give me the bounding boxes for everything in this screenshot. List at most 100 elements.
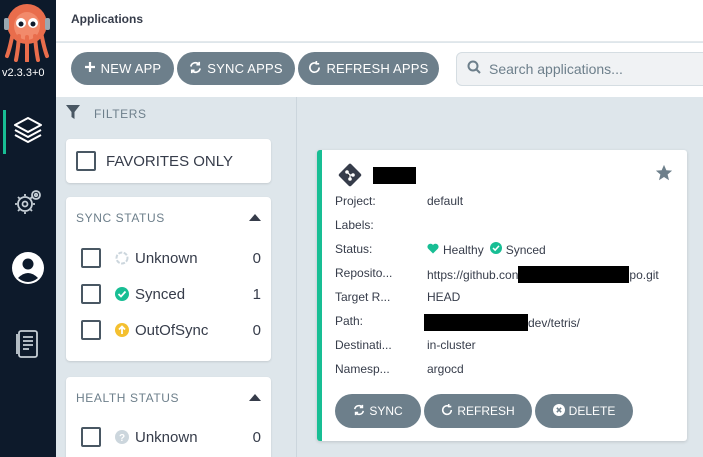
checkbox[interactable] (81, 320, 101, 340)
favorites-only-filter[interactable]: FAVORITES ONLY (66, 139, 271, 183)
repo-url-prefix: https://github.con (427, 267, 519, 282)
plus-icon (84, 61, 96, 76)
field-namespace: Namesp... argocd (335, 362, 464, 376)
collapse-caret-icon[interactable] (249, 394, 261, 401)
docs-icon (15, 329, 41, 364)
new-app-label: NEW APP (100, 61, 162, 76)
git-icon (338, 163, 362, 192)
health-status: Healthy (443, 242, 484, 257)
heart-icon (427, 243, 439, 257)
field-key: Status: (335, 242, 373, 256)
favorites-label: FAVORITES ONLY (106, 152, 233, 170)
refresh-icon (441, 403, 453, 419)
field-path: Path: dev/tetris/ (335, 314, 580, 331)
sync-label: SYNC (369, 404, 403, 418)
option-label: OutOfSync (135, 321, 209, 339)
field-repository: Reposito... https://github.con po.git (335, 266, 659, 283)
user-icon (11, 251, 45, 290)
repo-url-suffix: po.git (629, 267, 659, 282)
search-icon (467, 60, 481, 79)
layers-icon (13, 115, 43, 150)
filter-option-unknown[interactable]: Unknown 0 (81, 247, 261, 269)
sync-button[interactable]: SYNC (335, 394, 421, 428)
refresh-apps-label: REFRESH APPS (326, 61, 429, 76)
field-destination: Destinati... in-cluster (335, 338, 476, 352)
new-app-button[interactable]: NEW APP (71, 52, 174, 85)
svg-text:?: ? (119, 433, 125, 444)
field-value: dev/tetris/ (424, 314, 581, 331)
side-nav: v2.3.3+0 (0, 0, 56, 457)
field-key: Reposito... (335, 266, 393, 280)
redacted-repo (518, 266, 630, 283)
sync-status-filter: SYNC STATUS Unknown 0 Synced 1 OutOfSync… (66, 197, 271, 361)
refresh-apps-button[interactable]: REFRESH APPS (298, 52, 439, 85)
field-value: default (427, 194, 464, 208)
arrow-up-circle-icon (115, 323, 129, 337)
option-label: Unknown (135, 428, 198, 446)
collapse-caret-icon[interactable] (249, 214, 261, 221)
nav-documentation[interactable] (0, 318, 56, 374)
option-label: Synced (135, 285, 186, 303)
filter-option-out-of-sync[interactable]: OutOfSync 0 (81, 319, 261, 341)
option-count: 0 (252, 321, 261, 339)
field-status: Status: Healthy Synced (335, 242, 546, 257)
argo-logo[interactable] (4, 4, 50, 63)
nav-user-info[interactable] (0, 242, 56, 298)
path-suffix: dev/tetris/ (528, 315, 581, 330)
field-key: Target R... (335, 290, 391, 304)
sync-status: Synced (505, 242, 546, 257)
gears-icon (13, 187, 43, 222)
field-value: https://github.con po.git (427, 266, 659, 283)
field-value: Healthy Synced (427, 242, 546, 257)
option-label: Unknown (135, 249, 198, 267)
field-labels: Labels: (335, 218, 427, 232)
refresh-icon (308, 60, 321, 77)
field-value: in-cluster (427, 338, 476, 352)
sync-status-title: SYNC STATUS (76, 211, 165, 225)
checkbox[interactable] (81, 248, 101, 268)
filter-icon (66, 105, 80, 123)
option-count: 0 (252, 428, 261, 446)
field-key: Namesp... (335, 362, 390, 376)
delete-button[interactable]: DELETE (535, 394, 633, 428)
delete-label: DELETE (568, 404, 616, 418)
top-bar: Applications (56, 0, 703, 42)
search-input[interactable] (489, 61, 703, 77)
checkbox[interactable] (81, 284, 101, 304)
option-count: 1 (252, 285, 261, 303)
search-box[interactable] (456, 52, 703, 86)
toolbar: NEW APP SYNC APPS REFRESH APPS (56, 43, 703, 97)
favorite-star-icon[interactable] (655, 164, 673, 187)
filter-option-synced[interactable]: Synced 1 (81, 283, 261, 305)
field-target-revision: Target R... HEAD (335, 290, 460, 304)
filters-label: FILTERS (94, 107, 147, 121)
field-value: argocd (427, 362, 464, 376)
favorites-checkbox[interactable] (76, 151, 96, 171)
field-key: Labels: (335, 218, 374, 232)
sync-apps-label: SYNC APPS (207, 61, 283, 76)
application-tile[interactable]: Project: default Labels: Status: Healthy… (317, 150, 687, 441)
field-key: Destinati... (335, 338, 392, 352)
check-circle-icon (115, 287, 129, 301)
field-project: Project: default (335, 194, 463, 208)
delete-circle-icon (552, 403, 565, 419)
field-value: HEAD (427, 290, 461, 304)
field-key: Project: (335, 194, 376, 208)
version-label: v2.3.3+0 (2, 67, 45, 79)
filters-header: FILTERS (66, 105, 147, 123)
page-title: Applications (71, 12, 144, 26)
check-circle-icon (489, 242, 502, 257)
filters-panel: FILTERS FAVORITES ONLY SYNC STATUS Unkno… (56, 97, 297, 457)
nav-applications[interactable] (0, 104, 56, 160)
refresh-label: REFRESH (457, 404, 515, 418)
question-circle-icon: ? (115, 430, 129, 444)
sync-icon (353, 404, 365, 419)
sync-apps-button[interactable]: SYNC APPS (177, 52, 295, 85)
redacted-app-name (373, 167, 416, 184)
checkbox[interactable] (81, 427, 101, 447)
nav-settings[interactable] (0, 176, 56, 232)
refresh-button[interactable]: REFRESH (424, 394, 532, 428)
filter-option-health-unknown[interactable]: ? Unknown 0 (81, 426, 261, 448)
health-status-filter: HEALTH STATUS ? Unknown 0 (66, 377, 271, 457)
health-status-title: HEALTH STATUS (76, 391, 180, 405)
